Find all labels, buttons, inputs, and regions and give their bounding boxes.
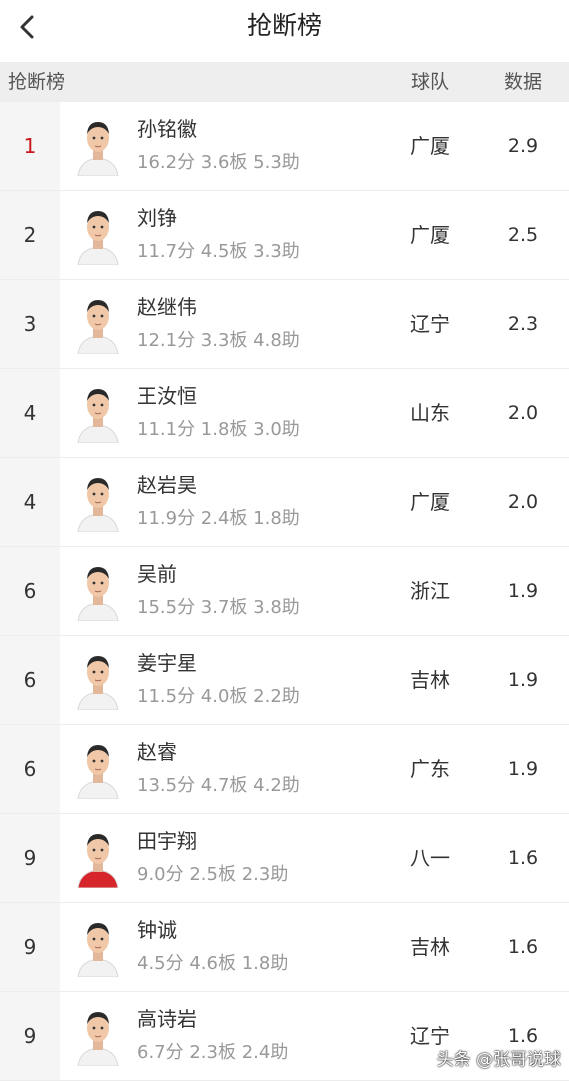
rank-number: 9 — [23, 935, 37, 959]
player-name[interactable]: 钟诚 — [137, 916, 177, 944]
table-row[interactable]: 9 钟诚 4.5分 4.6板 1.8助 吉林 1.6 — [0, 903, 569, 992]
player-avatar — [74, 828, 122, 888]
player-stats: 12.1分 3.3板 4.8助 — [137, 330, 300, 351]
steals-value: 1.6 — [507, 936, 539, 958]
player-stats: 11.7分 4.5板 3.3助 — [137, 241, 300, 262]
player-name[interactable]: 孙铭徽 — [137, 115, 197, 143]
rank-number: 6 — [23, 757, 37, 781]
team-name: 广东 — [410, 757, 450, 781]
table-row[interactable]: 6 姜宇星 11.5分 4.0板 2.2助 吉林 1.9 — [0, 636, 569, 725]
table-row[interactable]: 9 田宇翔 9.0分 2.5板 2.3助 八一 1.6 — [0, 814, 569, 903]
player-name[interactable]: 赵睿 — [137, 738, 177, 766]
player-stats: 6.7分 2.3板 2.4助 — [137, 1042, 289, 1063]
table-row[interactable]: 6 赵睿 13.5分 4.7板 4.2助 广东 1.9 — [0, 725, 569, 814]
player-stats: 11.1分 1.8板 3.0助 — [137, 419, 300, 440]
steals-value: 2.0 — [507, 402, 539, 424]
table-row[interactable]: 6 吴前 15.5分 3.7板 3.8助 浙江 1.9 — [0, 547, 569, 636]
table-row[interactable]: 4 赵岩昊 11.9分 2.4板 1.8助 广厦 2.0 — [0, 458, 569, 547]
column-header-team: 球队 — [410, 71, 449, 93]
player-avatar — [74, 116, 122, 176]
table-row[interactable]: 1 孙铭徽 16.2分 3.6板 5.3助 广厦 2.9 — [0, 102, 569, 191]
team-name: 广厦 — [410, 490, 450, 514]
player-name[interactable]: 王汝恒 — [137, 382, 197, 410]
rank-number: 9 — [23, 1024, 37, 1048]
table-row[interactable]: 2 刘铮 11.7分 4.5板 3.3助 广厦 2.5 — [0, 191, 569, 280]
player-name[interactable]: 吴前 — [137, 560, 177, 588]
player-name[interactable]: 赵岩昊 — [137, 471, 197, 499]
team-name: 山东 — [410, 401, 450, 425]
rank-number: 9 — [23, 846, 37, 870]
column-header-rank: 抢断榜 — [8, 71, 66, 93]
table-row[interactable]: 4 王汝恒 11.1分 1.8板 3.0助 山东 2.0 — [0, 369, 569, 458]
rank-number: 3 — [23, 312, 37, 336]
team-name: 吉林 — [410, 668, 450, 692]
steals-value: 2.9 — [507, 135, 539, 157]
page-title: 抢断榜 — [246, 11, 322, 40]
player-name[interactable]: 高诗岩 — [137, 1005, 197, 1033]
player-name[interactable]: 姜宇星 — [137, 649, 197, 677]
steals-value: 1.9 — [507, 669, 539, 691]
player-avatar — [74, 383, 122, 443]
player-stats: 15.5分 3.7板 3.8助 — [137, 597, 300, 618]
player-avatar — [74, 472, 122, 532]
rank-number: 4 — [23, 490, 37, 514]
player-avatar — [74, 294, 122, 354]
steals-value: 2.3 — [507, 313, 539, 335]
player-stats: 11.5分 4.0板 2.2助 — [137, 686, 300, 707]
player-name[interactable]: 田宇翔 — [137, 827, 197, 855]
player-avatar — [74, 1006, 122, 1066]
player-stats: 16.2分 3.6板 5.3助 — [137, 152, 300, 173]
rank-number: 6 — [23, 668, 37, 692]
team-name: 吉林 — [410, 935, 450, 959]
player-name[interactable]: 赵继伟 — [137, 293, 197, 321]
table-row[interactable]: 3 赵继伟 12.1分 3.3板 4.8助 辽宁 2.3 — [0, 280, 569, 369]
team-name: 辽宁 — [410, 312, 450, 336]
player-stats: 4.5分 4.6板 1.8助 — [137, 953, 289, 974]
watermark: 头条 @张哥说球 — [436, 1050, 561, 1070]
rank-number: 2 — [23, 223, 37, 247]
team-name: 广厦 — [410, 134, 450, 158]
team-name: 广厦 — [410, 223, 450, 247]
steals-value: 2.5 — [507, 224, 539, 246]
top-bar: 抢断榜 — [0, 0, 569, 62]
table-header: 抢断榜 球队 数据 — [0, 62, 569, 102]
player-stats: 13.5分 4.7板 4.2助 — [137, 775, 300, 796]
player-avatar — [74, 561, 122, 621]
player-name[interactable]: 刘铮 — [137, 204, 177, 232]
leaderboard-list: 1 孙铭徽 16.2分 3.6板 5.3助 广厦 2.9 2 刘铮 11.7分 4.5板 3.… — [0, 102, 569, 1081]
rank-number: 6 — [23, 579, 37, 603]
player-avatar — [74, 205, 122, 265]
rank-number: 1 — [23, 134, 37, 158]
steals-value: 2.0 — [507, 491, 539, 513]
team-name: 浙江 — [410, 579, 450, 603]
column-header-stat: 数据 — [503, 71, 542, 93]
team-name: 八一 — [410, 846, 450, 870]
player-avatar — [74, 650, 122, 710]
player-stats: 11.9分 2.4板 1.8助 — [137, 508, 300, 529]
player-stats: 9.0分 2.5板 2.3助 — [137, 864, 289, 885]
player-avatar — [74, 739, 122, 799]
steals-value: 1.6 — [507, 847, 539, 869]
rank-number: 4 — [23, 401, 37, 425]
player-avatar — [74, 917, 122, 977]
steals-value: 1.9 — [507, 580, 539, 602]
steals-value: 1.9 — [507, 758, 539, 780]
